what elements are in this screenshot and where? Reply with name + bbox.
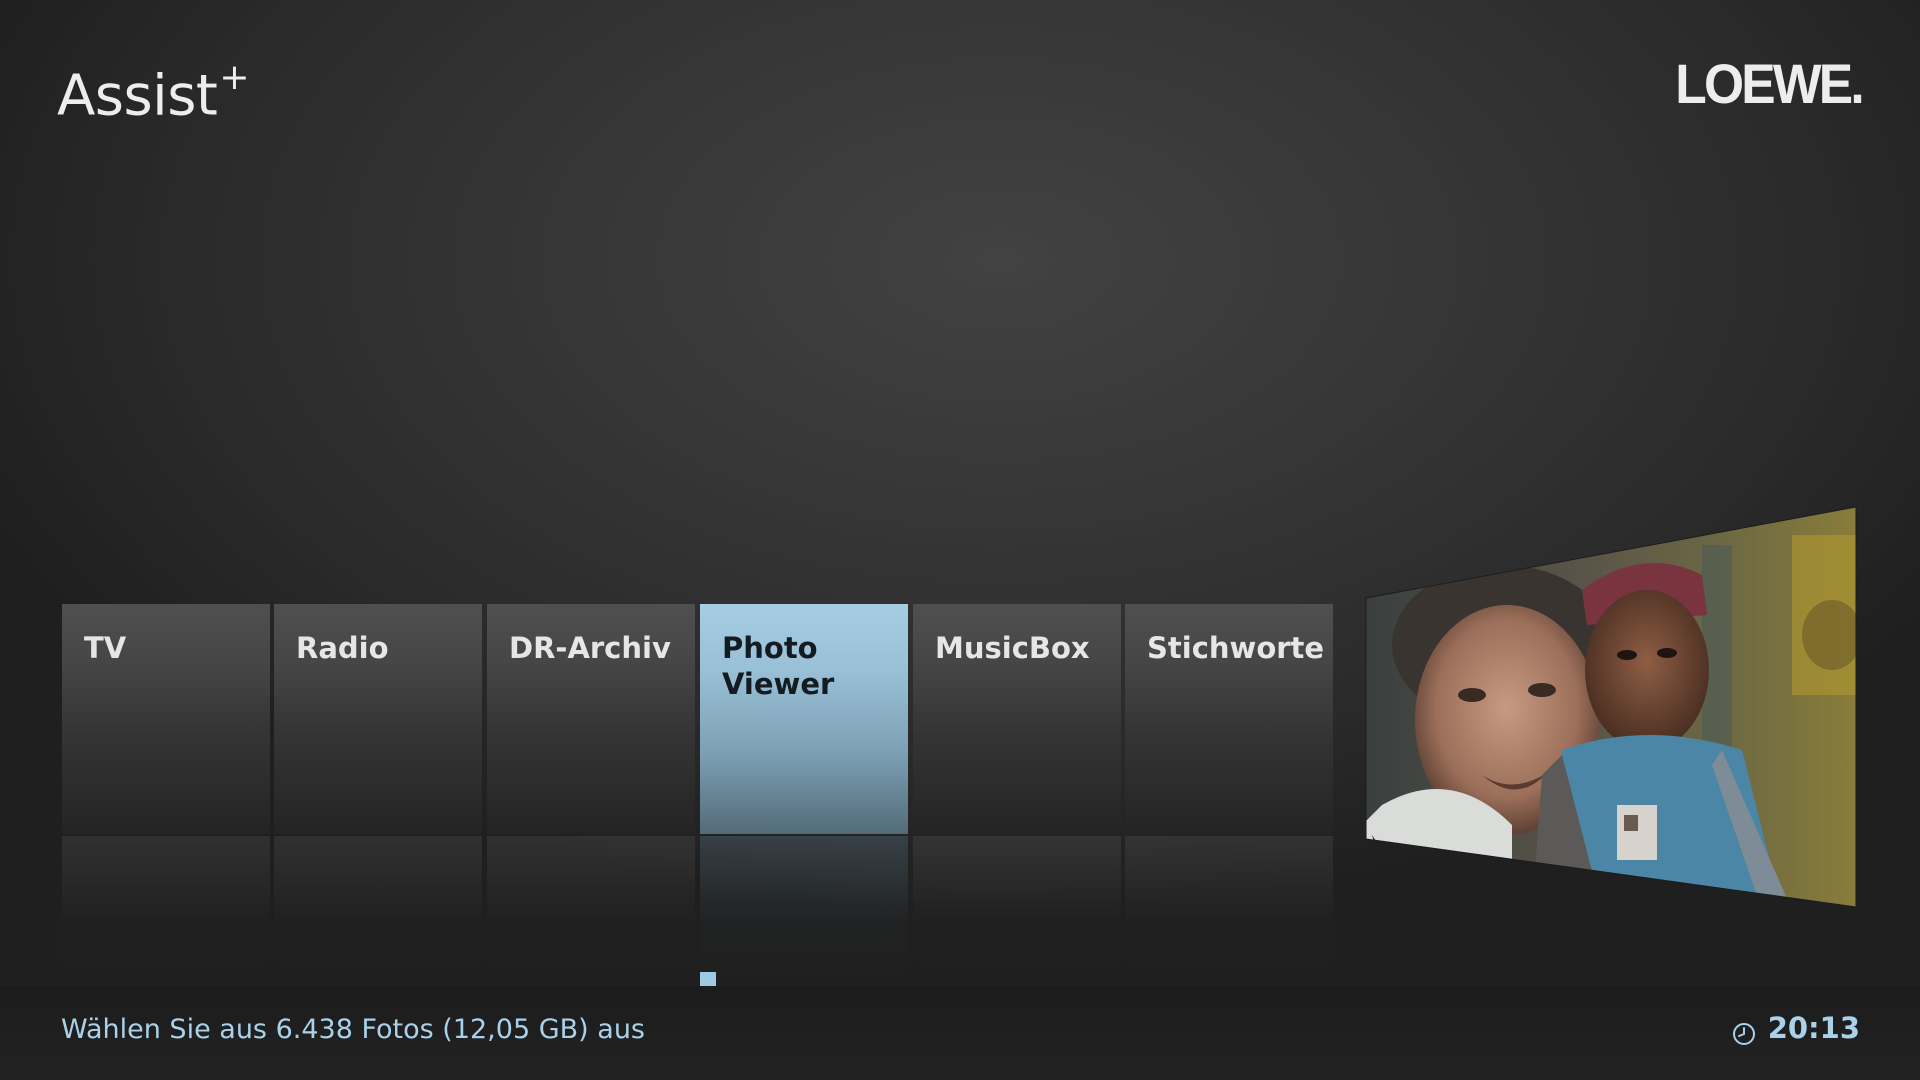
tile-reflection — [1125, 836, 1333, 976]
menu-tile-label: Stichworte — [1147, 631, 1325, 665]
menu-tile-label: TV — [84, 631, 127, 665]
app-title-text: Assist — [57, 63, 218, 129]
app-title: Assist+ — [57, 48, 250, 133]
selection-indicator — [700, 972, 716, 986]
assist-screen: Assist+ LOEWE. TV Radio DR-Archiv Photo … — [0, 0, 1920, 1080]
app-title-plus: + — [219, 57, 250, 98]
menu-tile-musicbox[interactable]: MusicBox — [913, 604, 1121, 834]
menu-tile-tv[interactable]: TV — [62, 604, 270, 834]
clock: 20:13 — [1732, 1008, 1860, 1048]
live-tv-preview-image — [1365, 506, 1857, 908]
menu-tile-label: Radio — [296, 631, 389, 665]
menu-tile-dr-archiv[interactable]: DR-Archiv — [487, 604, 695, 834]
status-bar: Wählen Sie aus 6.438 Fotos (12,05 GB) au… — [0, 986, 1920, 1080]
brand-logo: LOEWE. — [1675, 52, 1864, 115]
menu-tile-radio[interactable]: Radio — [274, 604, 482, 834]
live-tv-preview[interactable] — [1362, 505, 1858, 910]
menu-tile-label: MusicBox — [935, 631, 1090, 665]
clock-time: 20:13 — [1767, 1011, 1860, 1045]
clock-icon — [1732, 1016, 1756, 1045]
tile-reflection — [913, 836, 1121, 976]
tile-reflection — [487, 836, 695, 976]
main-menu: TV Radio DR-Archiv Photo Viewer MusicBox… — [62, 604, 1342, 984]
menu-tile-photo-viewer[interactable]: Photo Viewer — [700, 604, 908, 834]
menu-tile-label: DR-Archiv — [509, 631, 671, 665]
menu-tile-stichworte[interactable]: Stichworte — [1125, 604, 1333, 834]
tile-reflection — [700, 836, 908, 976]
tile-reflection — [62, 836, 270, 976]
tile-reflection — [274, 836, 482, 976]
status-message: Wählen Sie aus 6.438 Fotos (12,05 GB) au… — [61, 1014, 645, 1045]
menu-tile-label: Photo Viewer — [722, 631, 835, 701]
